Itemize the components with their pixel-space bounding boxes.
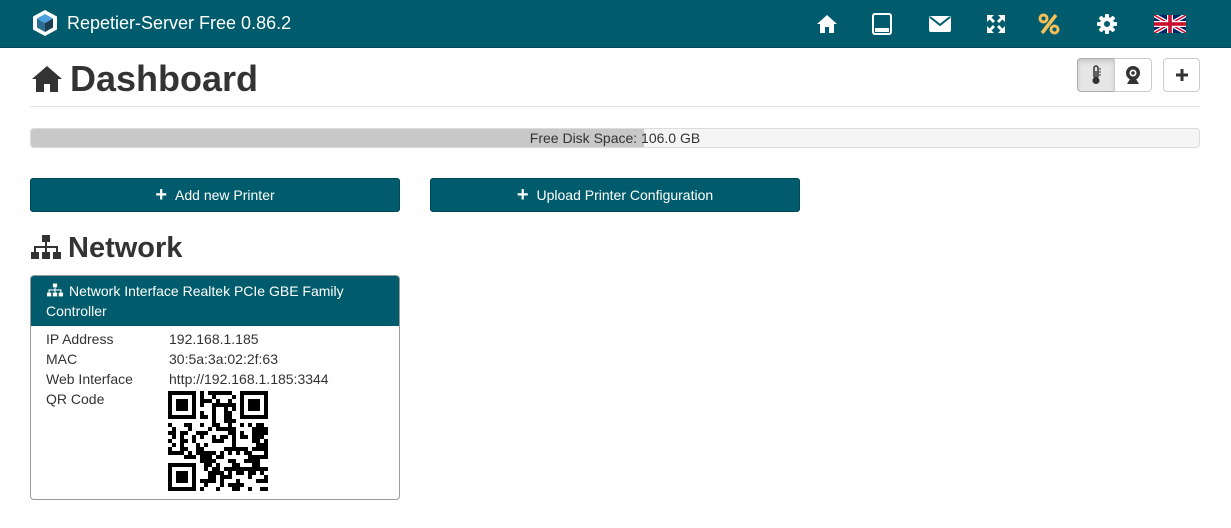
free-disk-space-bar: Free Disk Space: 106.0 GB bbox=[30, 128, 1200, 148]
sitemap-icon bbox=[46, 283, 64, 297]
home-icon[interactable] bbox=[815, 12, 839, 36]
webcam-view-button[interactable] bbox=[1114, 58, 1152, 92]
app-title: Repetier-Server Free 0.86.2 bbox=[67, 13, 292, 33]
top-navbar: Repetier-Server Free 0.86.2 bbox=[0, 0, 1231, 48]
ip-address-value: 192.168.1.185 bbox=[169, 331, 259, 347]
web-interface-label: Web Interface bbox=[46, 371, 133, 387]
qr-code-row: QR Code bbox=[46, 389, 169, 409]
mac-row: MAC 30:5a:3a:02:2f:63 bbox=[46, 349, 278, 369]
web-interface-row: Web Interface http://192.168.1.185:3344 bbox=[46, 369, 329, 389]
add-printer-label: Add new Printer bbox=[175, 187, 275, 203]
title-divider bbox=[30, 106, 1200, 107]
plus-icon: + bbox=[155, 184, 168, 206]
web-interface-value: http://192.168.1.185:3344 bbox=[169, 371, 329, 387]
upload-config-label: Upload Printer Configuration bbox=[536, 187, 714, 203]
view-toggle-group bbox=[1077, 58, 1152, 92]
qr-code-label: QR Code bbox=[46, 391, 105, 407]
plus-icon bbox=[1175, 69, 1188, 81]
repetier-logo-icon bbox=[33, 10, 57, 36]
ip-address-label: IP Address bbox=[46, 331, 114, 347]
free-disk-space-label: Free Disk Space: 106.0 GB bbox=[529, 130, 701, 146]
home-icon bbox=[32, 66, 62, 92]
add-widget-button[interactable] bbox=[1163, 58, 1200, 92]
network-interface-panel: Network Interface Realtek PCIe GBE Famil… bbox=[30, 275, 400, 500]
page-title: Dashboard bbox=[30, 58, 258, 100]
add-printer-button[interactable]: + Add new Printer bbox=[30, 178, 400, 212]
thermometer-icon bbox=[1092, 65, 1101, 84]
temperature-view-button[interactable] bbox=[1077, 58, 1115, 92]
qr-code-image bbox=[168, 391, 268, 491]
panel-header: Network Interface Realtek PCIe GBE Famil… bbox=[31, 276, 399, 326]
plus-icon: + bbox=[516, 184, 529, 206]
sitemap-icon bbox=[31, 235, 61, 259]
gear-icon[interactable] bbox=[1095, 12, 1119, 36]
fullscreen-icon[interactable] bbox=[984, 12, 1008, 36]
uk-flag-icon[interactable] bbox=[1154, 12, 1186, 36]
page-title-text: Dashboard bbox=[70, 58, 259, 99]
mac-value: 30:5a:3a:02:2f:63 bbox=[169, 351, 278, 367]
tablet-icon[interactable] bbox=[870, 12, 894, 36]
mac-label: MAC bbox=[46, 351, 78, 367]
brand[interactable]: Repetier-Server Free 0.86.2 bbox=[31, 9, 291, 37]
webcam-icon bbox=[1126, 66, 1140, 84]
upload-printer-config-button[interactable]: + Upload Printer Configuration bbox=[430, 178, 800, 212]
ip-address-row: IP Address 192.168.1.185 bbox=[46, 329, 259, 349]
percent-icon[interactable] bbox=[1037, 12, 1061, 36]
network-section-title: Network bbox=[30, 230, 182, 266]
envelope-icon[interactable] bbox=[928, 12, 952, 36]
network-title-text: Network bbox=[68, 232, 183, 264]
panel-title: Network Interface Realtek PCIe GBE Famil… bbox=[46, 283, 344, 319]
